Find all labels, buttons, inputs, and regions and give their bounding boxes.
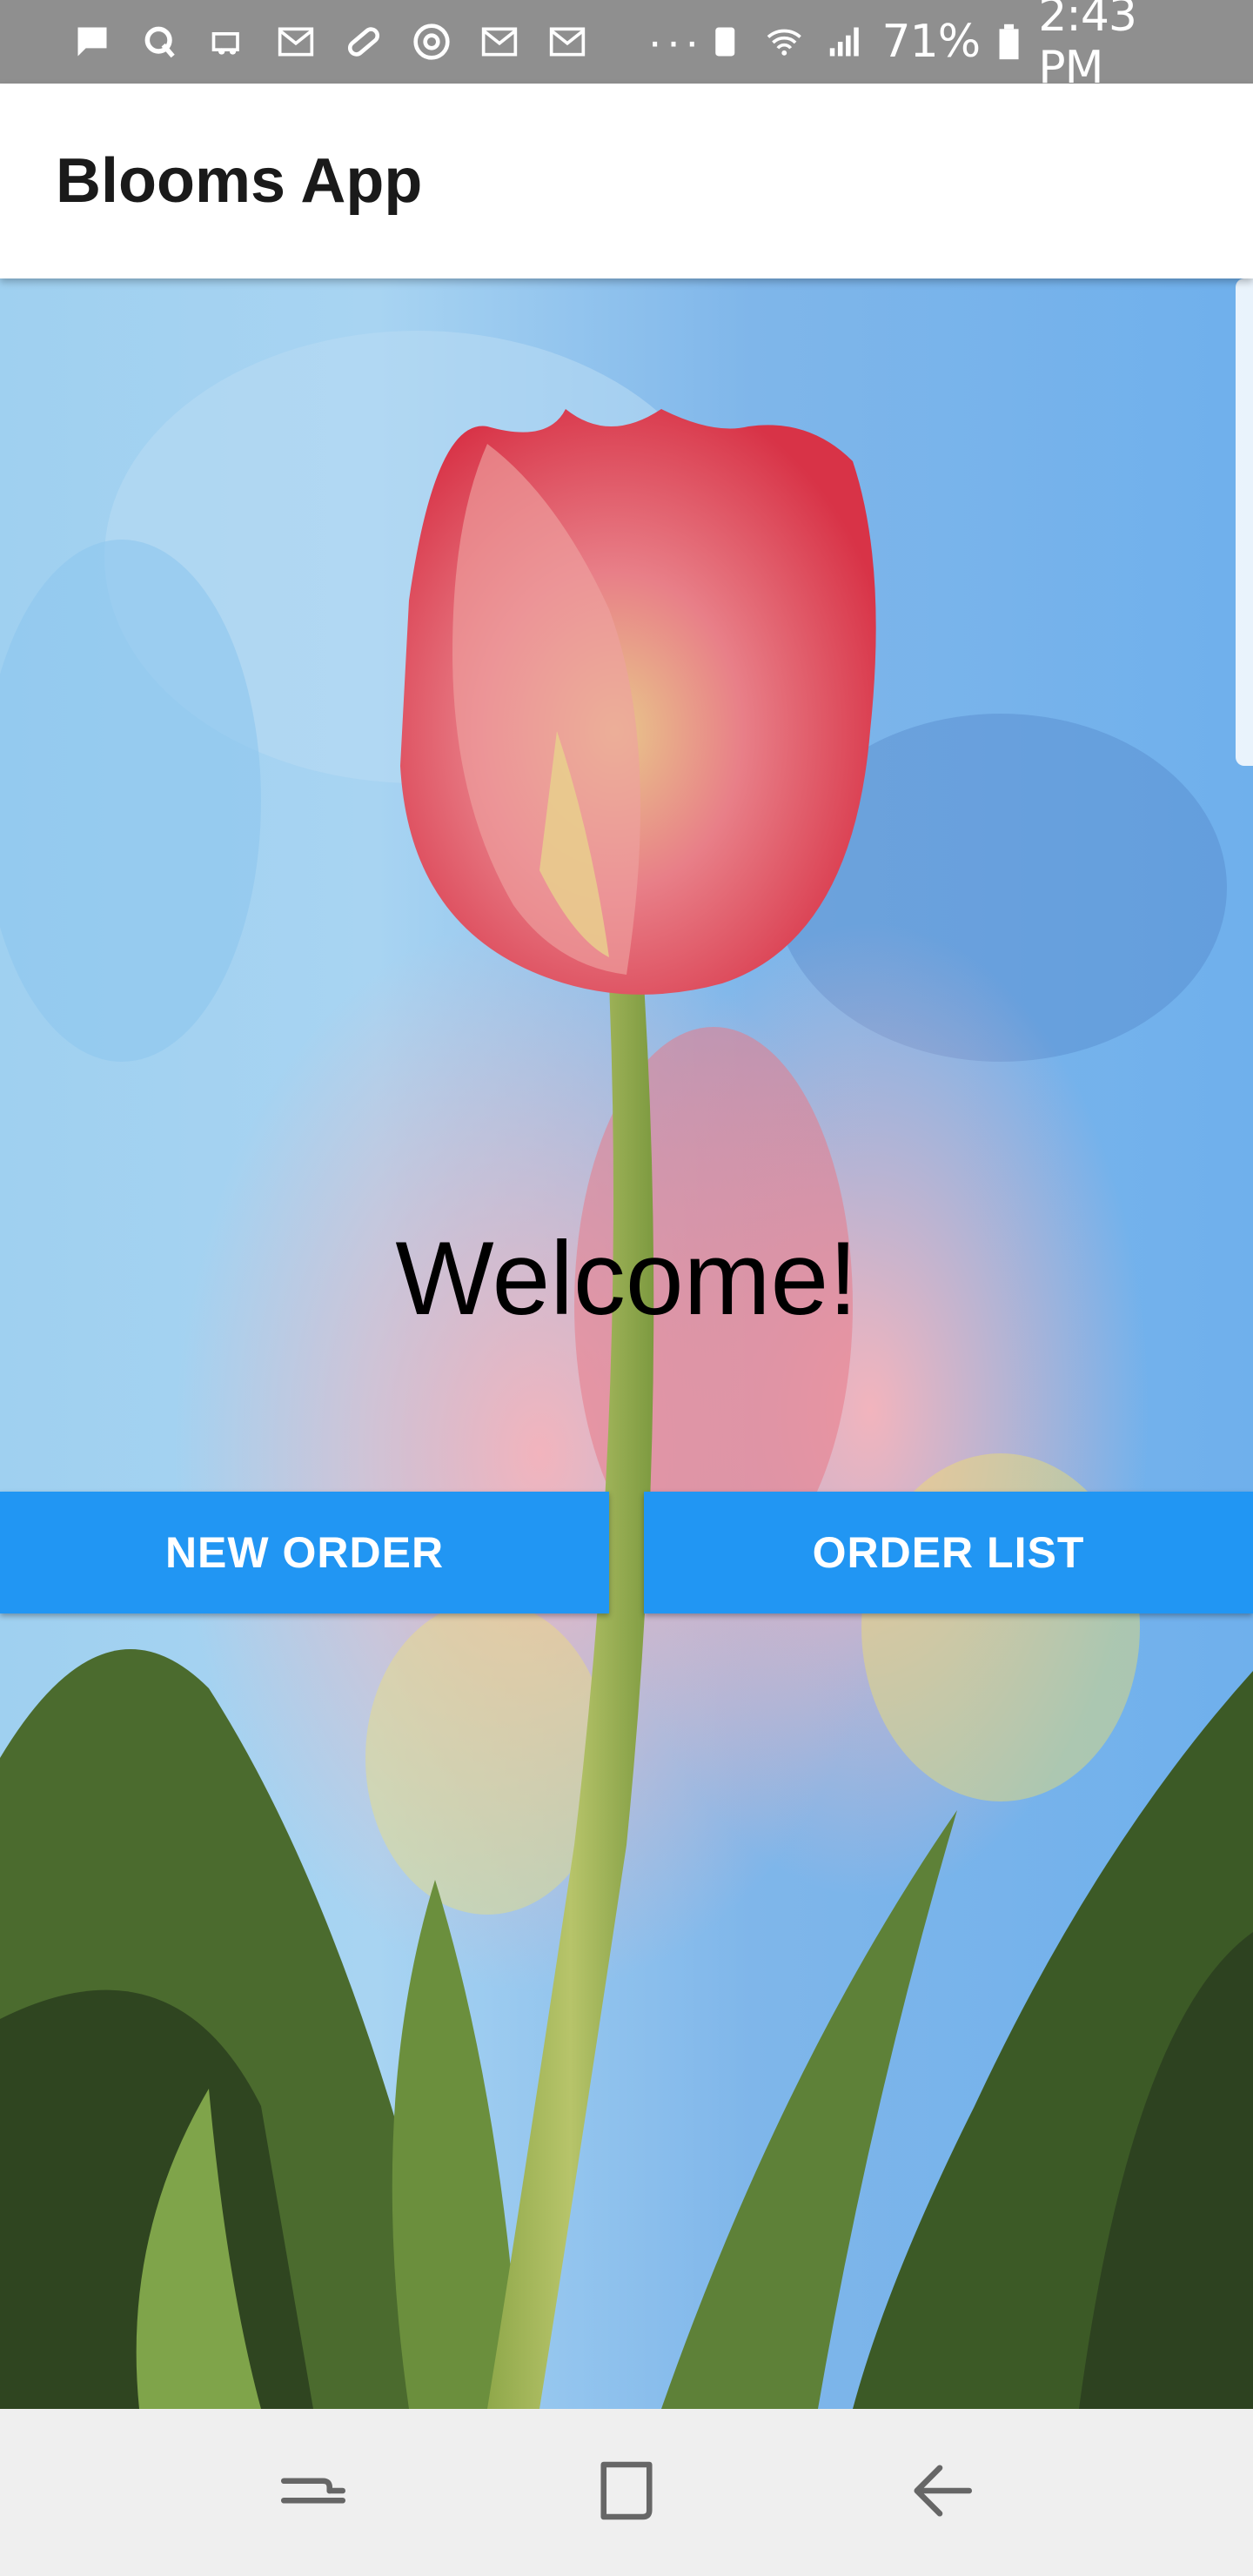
back-icon [901, 2452, 979, 2534]
notification-icons: ··· [70, 16, 703, 68]
recycle-icon [703, 23, 747, 61]
home-icon [587, 2452, 666, 2534]
app-bar: Blooms App [0, 84, 1253, 278]
scroll-indicator[interactable] [1236, 278, 1253, 766]
recents-button[interactable] [274, 2453, 352, 2532]
wifi-icon [762, 23, 807, 61]
more-notifications: ··· [647, 17, 703, 67]
back-button[interactable] [901, 2453, 979, 2532]
recents-icon [274, 2452, 352, 2534]
home-content: Welcome! NEW ORDER ORDER LIST [0, 278, 1253, 2409]
signal-icon [822, 23, 867, 61]
home-button[interactable] [587, 2453, 666, 2532]
mail-icon [545, 23, 590, 61]
app-title: Blooms App [56, 146, 423, 216]
battery-icon [995, 23, 1022, 61]
q-icon [137, 23, 183, 61]
mail-icon [477, 23, 522, 61]
welcome-heading: Welcome! [395, 1220, 858, 1337]
tulip-background-image [0, 278, 1253, 2409]
clock: 2:43 PM [1038, 0, 1137, 94]
new-order-button[interactable]: NEW ORDER [0, 1492, 609, 1613]
mail-icon [273, 23, 318, 61]
battery-percent: 71% [881, 16, 982, 68]
pill-icon [341, 23, 386, 61]
status-bar: ··· 71% 2:43 PM [0, 0, 1253, 94]
system-icons: 71% 2:43 PM [703, 0, 1209, 94]
message-icon [70, 23, 115, 61]
cloud-icon [205, 23, 251, 61]
order-list-button[interactable]: ORDER LIST [644, 1492, 1253, 1613]
navigation-bar [0, 2409, 1253, 2576]
chrome-icon [409, 23, 454, 61]
